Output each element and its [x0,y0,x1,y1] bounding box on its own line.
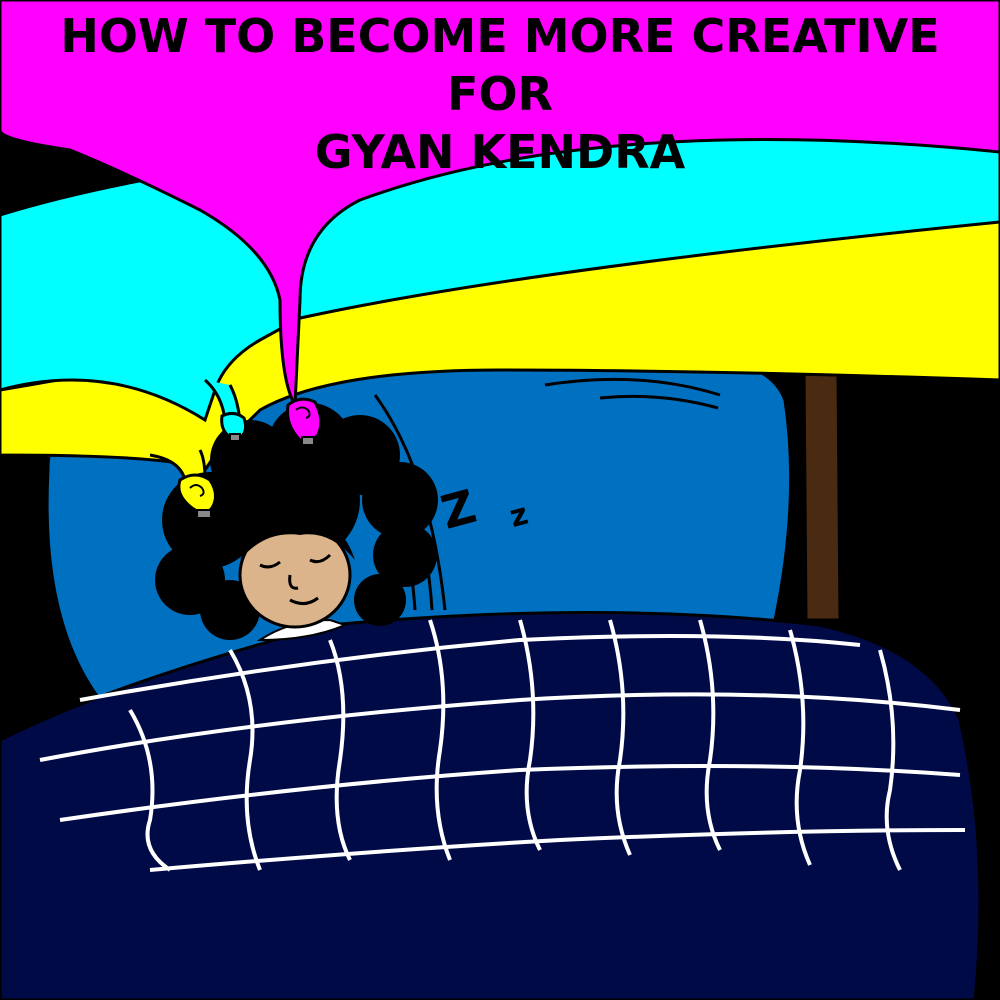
bedpost [802,348,842,622]
illustration: Z z HOW TO BECOME MORE CREATIVE FOR GYAN… [0,0,1000,1000]
title-line-2: FOR [447,67,553,121]
title-line-3: GYAN KENDRA [315,125,686,179]
title-line-1: HOW TO BECOME MORE CREATIVE [60,9,939,63]
